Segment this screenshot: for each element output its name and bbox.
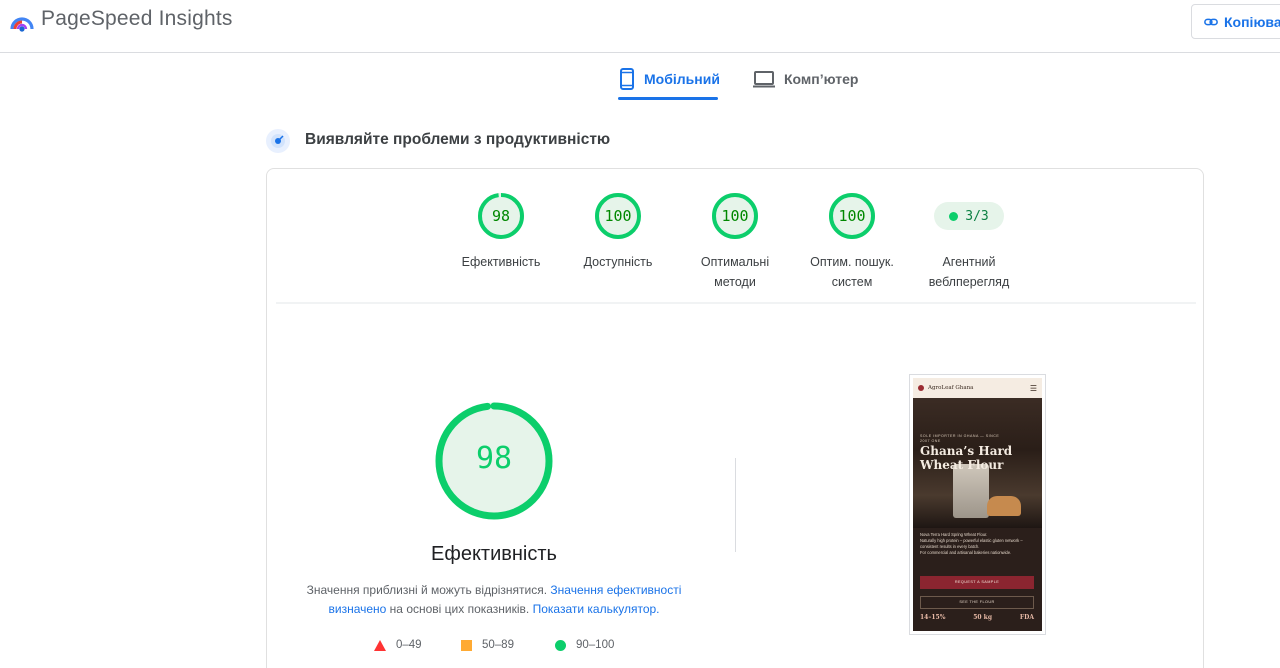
category-label: Агентний (942, 255, 996, 269)
score-value: 100 (838, 207, 866, 225)
screenshot-stat: 14–15% (920, 614, 946, 621)
category-label: Оптим. пошук. (810, 255, 894, 269)
flour-bag-image (953, 464, 989, 518)
category-label-line2: методи (714, 275, 756, 289)
gauges-divider (276, 302, 1196, 304)
score-value: 100 (721, 207, 749, 225)
screenshot-body: Nova Terra Hard Spring Wheat Flour. Natu… (920, 532, 1034, 556)
note-text: Значення приблизні й можуть відрізнятися… (306, 583, 551, 597)
bread-image (987, 496, 1021, 516)
link-icon (1204, 18, 1218, 25)
screenshot-secondary-button: SEE THE FLOUR (920, 596, 1034, 609)
category-seo[interactable]: 100 Оптим. пошук. систем (792, 192, 912, 292)
category-label: Оптимальні (700, 255, 770, 269)
score-gauge: 100 (828, 192, 876, 240)
performance-title: Ефективність (431, 543, 557, 565)
smartphone-icon (620, 68, 634, 90)
laptop-icon (753, 71, 775, 88)
hamburger-menu-icon: ☰ (1029, 383, 1037, 393)
screenshot-primary-button: REQUEST A SAMPLE (920, 576, 1034, 589)
pass-dot-icon (949, 211, 959, 221)
brand-title[interactable]: PageSpeed Insights (41, 7, 233, 31)
agentic-score: 3/3 (965, 208, 989, 224)
screenshot-navbar: AgroLeaf Ghana ☰ (913, 378, 1042, 398)
copy-link-button[interactable]: Копіюват (1191, 4, 1280, 39)
screenshot-phone-frame: AgroLeaf Ghana ☰ SOLE IMPORTER IN GHANA … (913, 378, 1042, 631)
score-gauge: 98 (477, 192, 525, 240)
legend-range: 90–100 (576, 639, 615, 651)
tab-desktop-label: Комп’ютер (784, 71, 859, 87)
category-label-line2: систем (831, 275, 873, 289)
legend-fail: 0–49 (374, 639, 422, 651)
score-gauge: 100 (711, 192, 759, 240)
legend-average: 50–89 (461, 639, 514, 651)
legend-range: 50–89 (482, 639, 514, 651)
category-accessibility[interactable]: 100 Доступність (558, 192, 678, 272)
screenshot-body-line: Naturally high protein – powerful elasti… (920, 538, 1023, 549)
screenshot-brand: AgroLeaf Ghana (928, 385, 974, 391)
final-screenshot[interactable]: AgroLeaf Ghana ☰ SOLE IMPORTER IN GHANA … (909, 374, 1046, 635)
square-icon (461, 639, 472, 651)
note-text: на основі цих показників. (386, 602, 533, 616)
score-gauge: 100 (594, 192, 642, 240)
category-best-practices[interactable]: 100 Оптимальні методи (675, 192, 795, 292)
show-calculator-link[interactable]: Показати калькулятор. (533, 602, 660, 616)
section-title: Виявляйте проблеми з продуктивністю (305, 131, 611, 148)
category-agentic-browsing[interactable]: 3/3 Агентний веблперегляд (909, 192, 1029, 292)
category-label: Ефективність (461, 255, 541, 269)
performance-note: Значення приблизні й можуть відрізнятися… (290, 581, 698, 619)
triangle-icon (374, 639, 386, 651)
legend-range: 0–49 (396, 639, 422, 651)
diagnose-icon (266, 129, 290, 153)
screenshot-body-line: For commercial and artisanal bakeries na… (920, 550, 1012, 555)
tab-mobile-label: Мобільний (644, 71, 720, 87)
top-bar: PageSpeed Insights Копіюват (0, 0, 1280, 53)
category-label: Доступність (583, 255, 653, 269)
legend-pass: 90–100 (555, 639, 614, 651)
agentic-score-pill: 3/3 (934, 202, 1004, 230)
category-label-line2: веблперегляд (928, 275, 1010, 289)
screenshot-stat: 50 kg (973, 614, 993, 621)
screenshot-stats: 14–15% 50 kg FDA (920, 614, 1034, 621)
circle-icon (555, 639, 566, 651)
category-performance[interactable]: 98 Ефективність (441, 192, 561, 272)
screenshot-title: Ghana’s Hard Wheat Flour (920, 444, 1013, 472)
copy-link-label: Копіюват (1224, 13, 1280, 30)
performance-score-gauge: 98 (434, 401, 554, 521)
tab-selected-indicator (618, 97, 718, 100)
performance-score-value: 98 (475, 441, 513, 476)
screenshot-stat: FDA (1019, 614, 1034, 621)
site-logo-icon (918, 385, 924, 391)
score-value: 98 (491, 207, 511, 225)
tab-desktop[interactable]: Комп’ютер (752, 58, 858, 100)
score-value: 100 (604, 207, 632, 225)
screenshot-kicker: SOLE IMPORTER IN GHANA — SINCE 2007 ONE (920, 434, 1000, 443)
tab-mobile[interactable]: Мобільний (618, 58, 720, 100)
vertical-divider (735, 458, 736, 552)
pagespeed-logo-icon[interactable] (9, 9, 35, 33)
